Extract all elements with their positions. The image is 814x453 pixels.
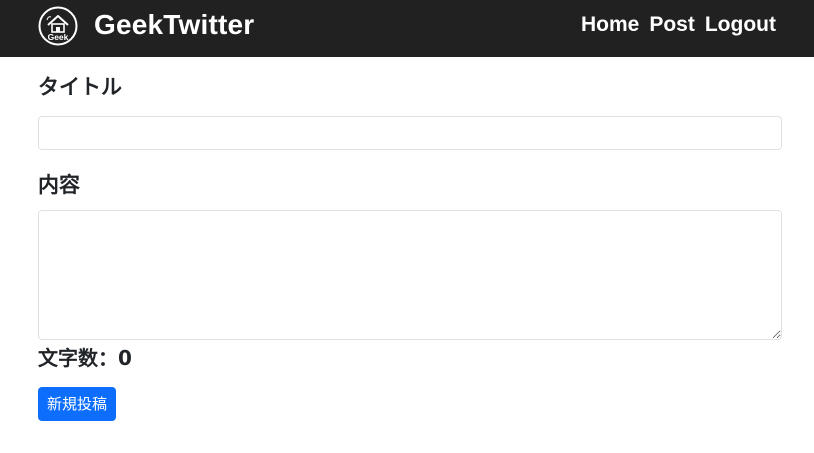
nav-post-link[interactable]: Post xyxy=(649,12,695,38)
navbar: Geek GeekTwitter Home Post Logout xyxy=(0,0,814,57)
title-label: タイトル xyxy=(38,75,122,99)
content-label: 内容 xyxy=(38,173,80,197)
nav-links: Home Post Logout xyxy=(581,12,776,38)
submit-post-button[interactable]: 新規投稿 xyxy=(38,387,117,421)
title-input[interactable] xyxy=(38,116,782,150)
char-count-label: 文字数： xyxy=(38,346,118,370)
char-count-value: 0 xyxy=(118,346,132,370)
logo-text: Geek xyxy=(48,32,69,42)
char-count: 文字数：0 xyxy=(38,345,132,371)
brand-link[interactable]: GeekTwitter xyxy=(94,8,254,42)
nav-logout-link[interactable]: Logout xyxy=(705,12,776,38)
content-textarea[interactable] xyxy=(38,210,782,340)
geek-logo-icon[interactable]: Geek xyxy=(38,6,78,46)
nav-home-link[interactable]: Home xyxy=(581,12,639,38)
